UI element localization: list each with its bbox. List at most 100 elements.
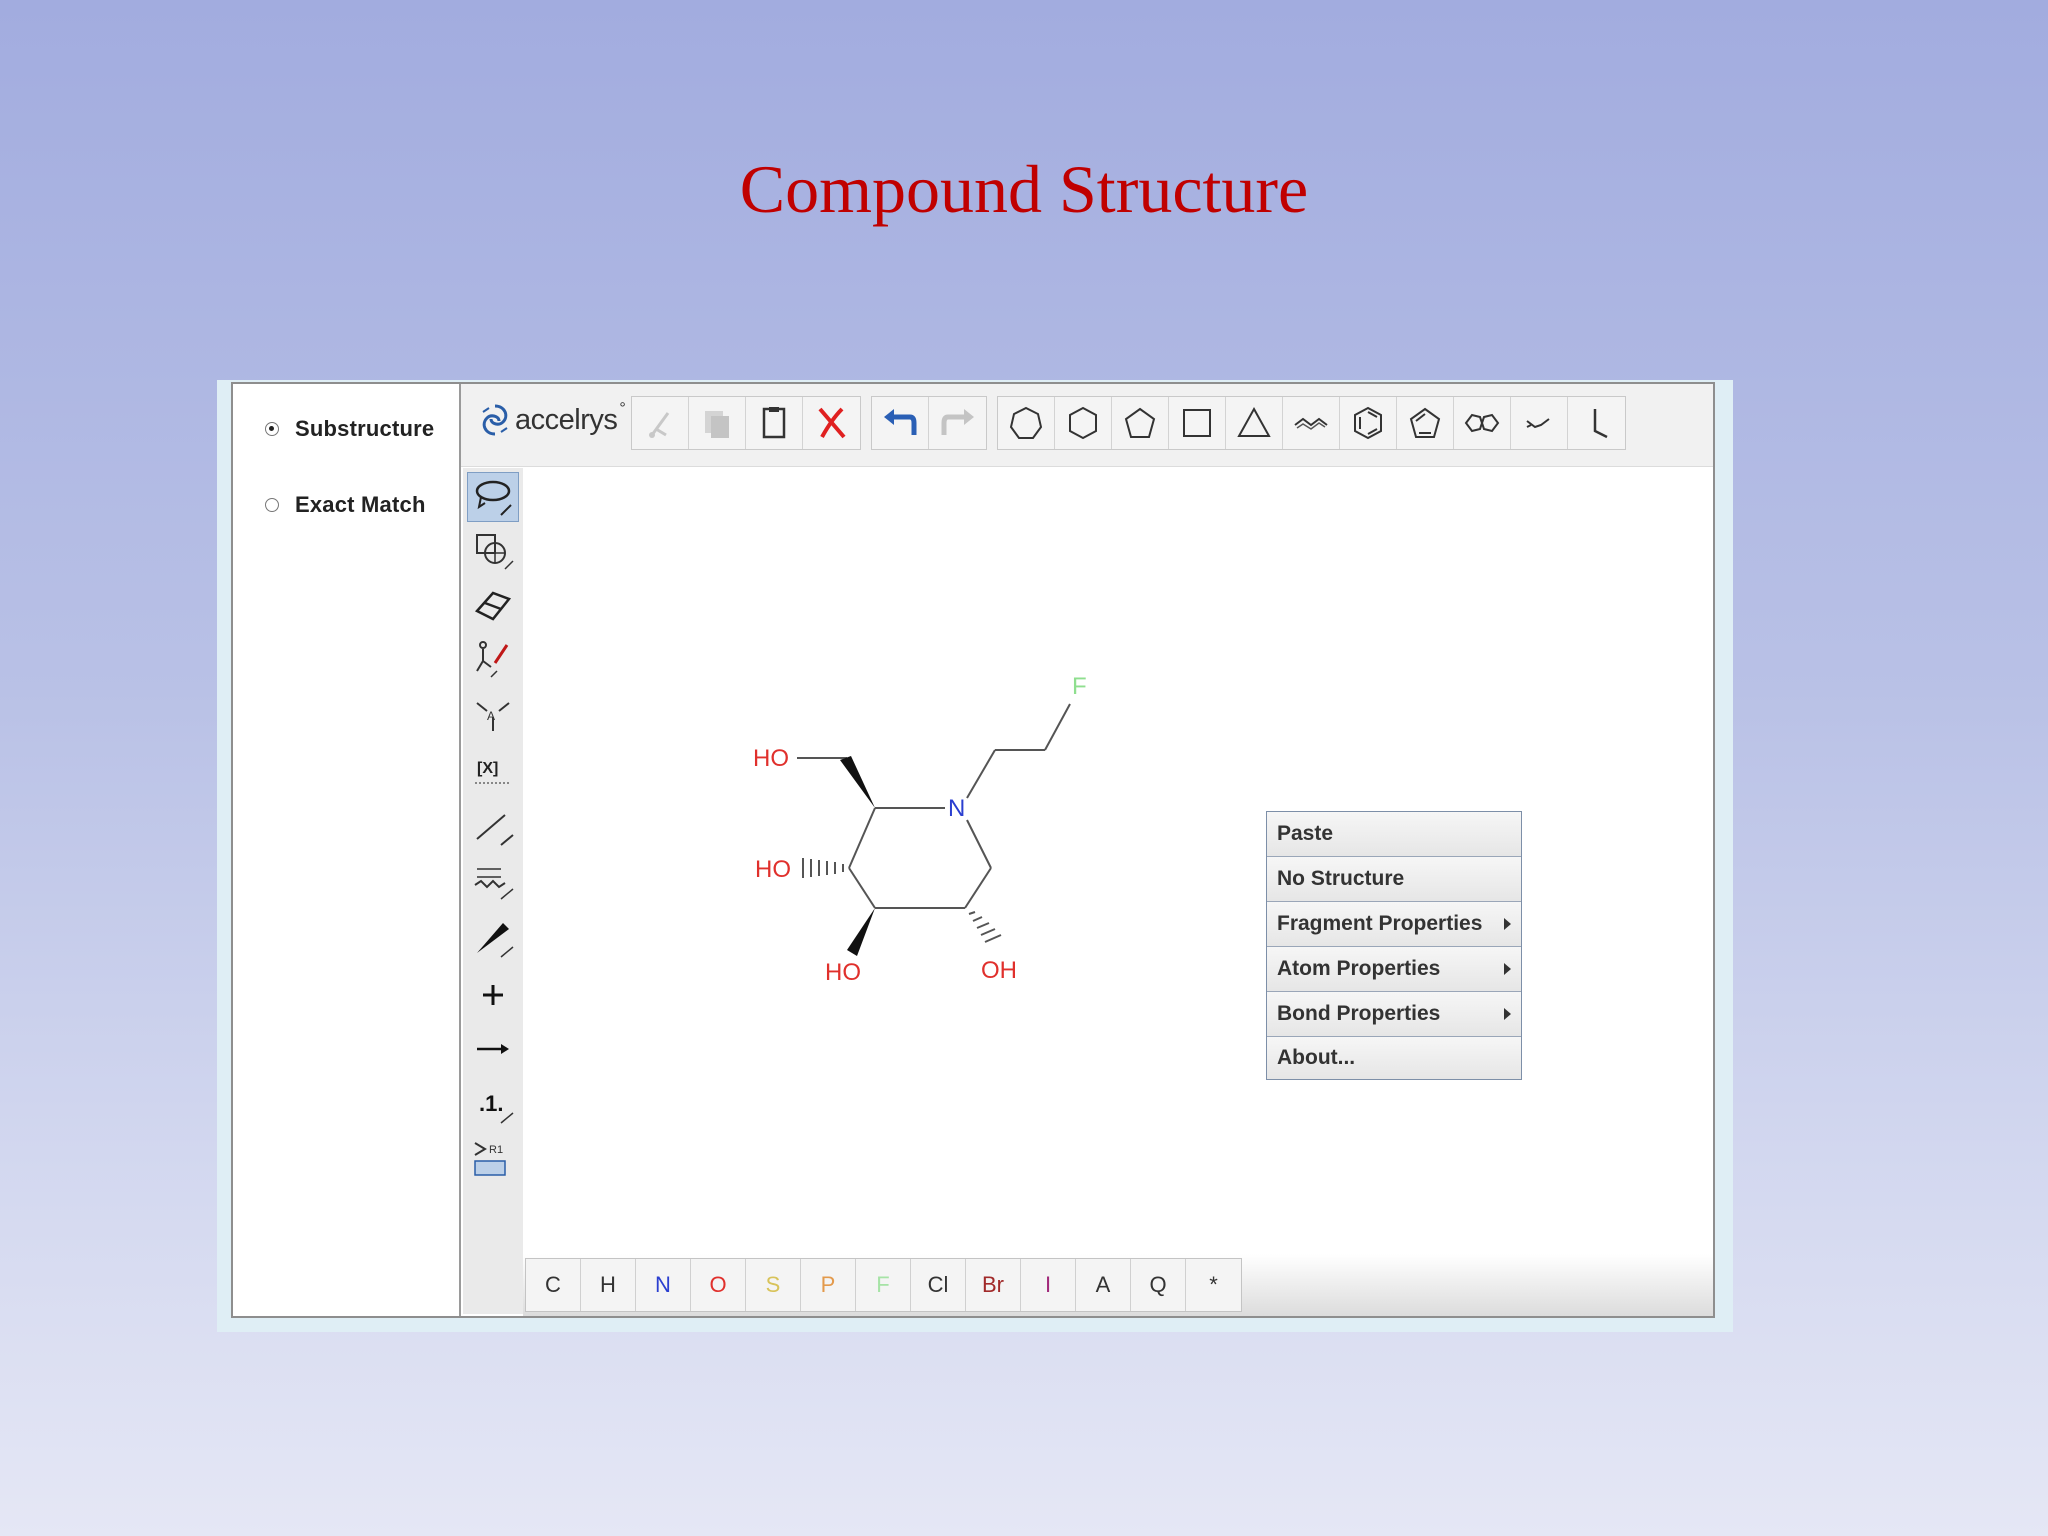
substructure-radio[interactable]: Substructure <box>265 416 434 442</box>
rotate-icon <box>476 534 514 570</box>
atom-button-n[interactable]: N <box>636 1259 691 1311</box>
menu-item-label: Paste <box>1277 822 1334 845</box>
menu-item-atom-properties[interactable]: Atom Properties <box>1267 947 1521 992</box>
atom-n[interactable]: N <box>948 795 965 822</box>
wedge-bond-button[interactable] <box>467 914 519 964</box>
atom-map-icon: A <box>476 702 510 731</box>
context-menu: Paste No Structure Fragment Properties A… <box>1266 811 1522 1080</box>
triangle-icon <box>1237 406 1271 437</box>
submenu-arrow-icon <box>1504 1008 1511 1020</box>
atom-button-any[interactable]: * <box>1186 1259 1241 1311</box>
cyclopentadiene-template-button[interactable] <box>1397 397 1454 449</box>
cyclopentadiene-icon <box>1409 407 1441 438</box>
heptagon-template-button[interactable] <box>998 397 1055 449</box>
ring-bond-c4-c3 <box>848 867 876 909</box>
square-template-button[interactable] <box>1169 397 1226 449</box>
atom-button-c[interactable]: C <box>526 1259 581 1311</box>
bond-angle-icon <box>1593 409 1608 439</box>
atom-button-f[interactable]: F <box>856 1259 911 1311</box>
rotate-button[interactable] <box>467 526 519 576</box>
paste-button[interactable] <box>746 397 803 449</box>
atom-oh-c5[interactable]: OH <box>981 957 1017 984</box>
hexagon-template-button[interactable] <box>1055 397 1112 449</box>
atom-button-o[interactable]: O <box>691 1259 746 1311</box>
atom-button-s[interactable]: S <box>746 1259 801 1311</box>
atom-property-icon <box>476 641 509 678</box>
atom-button-cl[interactable]: Cl <box>911 1259 966 1311</box>
atom-palette: C H N O S P F Cl Br I A Q * <box>525 1258 1242 1312</box>
template-tools <box>997 396 1626 450</box>
atom-ho-c3[interactable]: HO <box>755 856 791 883</box>
fused-rings-template-button[interactable] <box>1454 397 1511 449</box>
atom-ho-c4[interactable]: HO <box>825 959 861 986</box>
atom-number-button[interactable]: .1. <box>467 1080 519 1130</box>
atom-button-i[interactable]: I <box>1021 1259 1076 1311</box>
accelrys-swirl-icon <box>482 404 508 436</box>
atom-button-a[interactable]: A <box>1076 1259 1131 1311</box>
wedge-bond-ch2 <box>840 756 875 808</box>
r-group-icon-text: R1 <box>489 1144 503 1156</box>
atom-property-button[interactable] <box>467 634 519 684</box>
chair-template-button[interactable] <box>1511 397 1568 449</box>
bracket-icon-text: [X] <box>477 760 498 777</box>
query-bond-button[interactable] <box>467 856 519 906</box>
exact-match-radio[interactable]: Exact Match <box>265 492 426 518</box>
chain-icon <box>1294 417 1328 430</box>
wedge-bond-icon <box>477 923 514 958</box>
n-ethyl-bond <box>966 749 996 799</box>
ring-bond-c3-c2 <box>848 807 876 869</box>
redo-button[interactable] <box>929 397 986 449</box>
atom-f[interactable]: F <box>1072 673 1087 700</box>
hashed-bond-ho <box>802 858 844 878</box>
plus-icon <box>483 985 503 1005</box>
lasso-select-button[interactable] <box>467 472 519 522</box>
eraser-button[interactable] <box>467 580 519 630</box>
radio-unchecked-icon[interactable] <box>265 498 279 512</box>
radio-checked-icon[interactable] <box>265 422 279 436</box>
bracket-button[interactable]: [X] <box>467 746 519 796</box>
atom-button-br[interactable]: Br <box>966 1259 1021 1311</box>
benzene-template-button[interactable] <box>1340 397 1397 449</box>
delete-icon <box>817 407 846 439</box>
r-group-button[interactable]: R1 <box>467 1134 519 1184</box>
lasso-select-icon <box>475 480 512 516</box>
chain-template-button[interactable] <box>1283 397 1340 449</box>
drawing-canvas[interactable]: F N HO HO HO OH Paste No Structure Fragm… <box>525 468 1713 1316</box>
bond-angle-template-button[interactable] <box>1568 397 1625 449</box>
plus-button[interactable] <box>467 970 519 1020</box>
undo-button[interactable] <box>872 397 929 449</box>
submenu-arrow-icon <box>1504 963 1511 975</box>
fused-rings-icon <box>1464 413 1500 433</box>
menu-item-about[interactable]: About... <box>1267 1037 1521 1079</box>
pentagon-template-button[interactable] <box>1112 397 1169 449</box>
menu-item-bond-properties[interactable]: Bond Properties <box>1267 992 1521 1037</box>
menu-item-paste[interactable]: Paste <box>1267 812 1521 857</box>
atom-map-button[interactable]: A <box>467 690 519 740</box>
bracket-icon: [X] <box>475 760 511 784</box>
copy-icon <box>705 411 729 438</box>
square-icon <box>1183 409 1211 437</box>
menu-item-no-structure[interactable]: No Structure <box>1267 857 1521 902</box>
cut-button[interactable] <box>632 397 689 449</box>
reaction-arrow-icon <box>477 1044 509 1054</box>
search-mode-panel: Substructure Exact Match <box>233 384 461 1316</box>
single-bond-button[interactable] <box>467 802 519 852</box>
delete-button[interactable] <box>803 397 860 449</box>
reaction-arrow-button[interactable] <box>467 1024 519 1074</box>
submenu-arrow-icon <box>1504 918 1511 930</box>
atom-ho-ch2[interactable]: HO <box>753 745 789 772</box>
menu-item-fragment-properties[interactable]: Fragment Properties <box>1267 902 1521 947</box>
molecule-structure[interactable]: F N HO HO HO OH <box>525 468 1705 1228</box>
atom-button-p[interactable]: P <box>801 1259 856 1311</box>
heptagon-icon <box>1009 406 1043 439</box>
editor-frame: Substructure Exact Match accelrys ° A [X… <box>231 382 1715 1318</box>
atom-number-icon-text: .1. <box>479 1091 503 1116</box>
triangle-template-button[interactable] <box>1226 397 1283 449</box>
single-bond-icon <box>476 814 514 846</box>
accelrys-logo: accelrys ° <box>477 400 626 440</box>
atom-button-q[interactable]: Q <box>1131 1259 1186 1311</box>
eraser-icon <box>474 591 512 621</box>
r-group-icon: R1 <box>474 1142 506 1176</box>
copy-button[interactable] <box>689 397 746 449</box>
atom-button-h[interactable]: H <box>581 1259 636 1311</box>
